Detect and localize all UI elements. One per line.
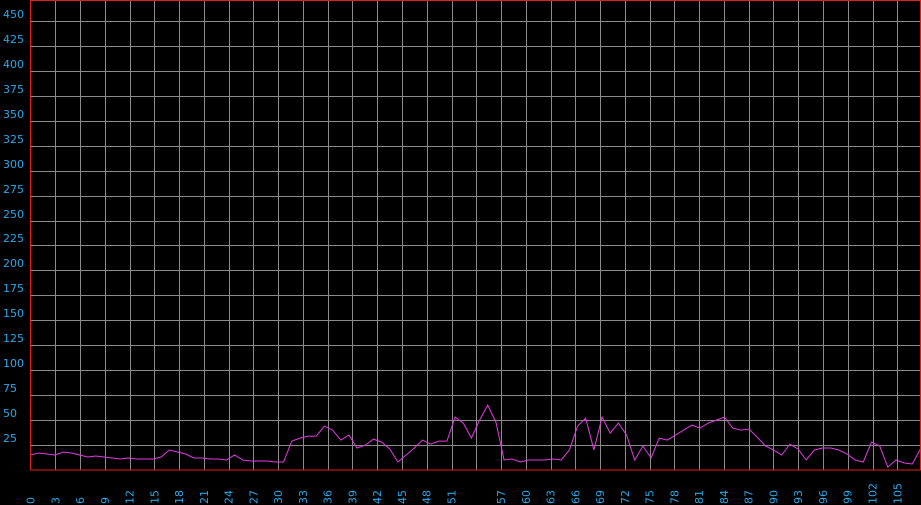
x-tick-label: 99 bbox=[842, 490, 855, 504]
y-tick-label: 275 bbox=[3, 183, 24, 196]
x-tick-label: 102 bbox=[867, 483, 880, 504]
y-tick-label: 25 bbox=[3, 432, 17, 445]
x-tick-label: 6 bbox=[74, 497, 87, 504]
x-tick-label: 48 bbox=[421, 490, 434, 504]
y-tick-label: 225 bbox=[3, 232, 24, 245]
x-tick-label: 18 bbox=[173, 490, 186, 504]
x-tick-label: 66 bbox=[569, 490, 582, 504]
x-tick-label: 105 bbox=[891, 483, 904, 504]
y-tick-label: 250 bbox=[3, 208, 24, 221]
x-tick-label: 63 bbox=[545, 490, 558, 504]
y-tick-label: 300 bbox=[3, 158, 24, 171]
x-tick-label: 78 bbox=[668, 490, 681, 504]
y-tick-label: 325 bbox=[3, 133, 24, 146]
y-tick-label: 175 bbox=[3, 282, 24, 295]
x-tick-label: 45 bbox=[396, 490, 409, 504]
x-tick-label: 30 bbox=[272, 490, 285, 504]
x-tick-label: 75 bbox=[644, 490, 657, 504]
x-tick-label: 90 bbox=[767, 490, 780, 504]
x-tick-label: 69 bbox=[594, 490, 607, 504]
x-tick-label: 39 bbox=[346, 490, 359, 504]
x-tick-label: 72 bbox=[619, 490, 632, 504]
y-tick-label: 125 bbox=[3, 332, 24, 345]
y-tick-label: 450 bbox=[3, 8, 24, 21]
x-tick-label: 9 bbox=[99, 497, 112, 504]
y-tick-label: 50 bbox=[3, 407, 17, 420]
x-tick-label: 0 bbox=[25, 497, 38, 504]
y-tick-label: 350 bbox=[3, 108, 24, 121]
y-tick-label: 150 bbox=[3, 307, 24, 320]
y-tick-label: 425 bbox=[3, 33, 24, 46]
x-tick-label: 27 bbox=[247, 490, 260, 504]
x-tick-label: 15 bbox=[148, 490, 161, 504]
x-tick-label: 36 bbox=[322, 490, 335, 504]
y-tick-label: 100 bbox=[3, 357, 24, 370]
x-tick-label: 42 bbox=[371, 490, 384, 504]
y-tick-label: 75 bbox=[3, 382, 17, 395]
line-chart: 2550751001251501752002252502753003253503… bbox=[0, 0, 921, 505]
x-tick-label: 96 bbox=[817, 490, 830, 504]
x-tick-label: 24 bbox=[223, 490, 236, 504]
x-tick-label: 51 bbox=[446, 490, 459, 504]
x-tick-label: 93 bbox=[792, 490, 805, 504]
x-tick-label: 3 bbox=[49, 497, 62, 504]
x-tick-label: 21 bbox=[198, 490, 211, 504]
y-tick-label: 400 bbox=[3, 58, 24, 71]
x-tick-label: 87 bbox=[743, 490, 756, 504]
plot-background bbox=[0, 0, 921, 505]
x-tick-label: 84 bbox=[718, 490, 731, 504]
x-tick-label: 57 bbox=[495, 490, 508, 504]
x-tick-label: 33 bbox=[297, 490, 310, 504]
x-tick-label: 60 bbox=[520, 490, 533, 504]
x-tick-label: 12 bbox=[124, 490, 137, 504]
y-tick-label: 200 bbox=[3, 257, 24, 270]
x-tick-label: 81 bbox=[693, 490, 706, 504]
y-tick-label: 375 bbox=[3, 83, 24, 96]
